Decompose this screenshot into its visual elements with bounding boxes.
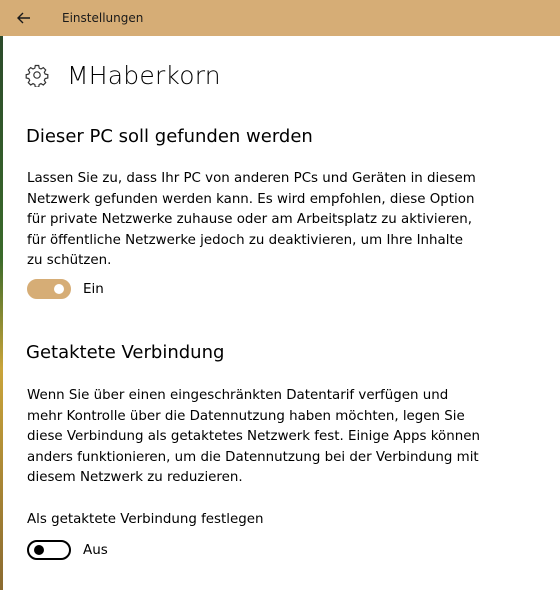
desktop-background-strip <box>0 36 3 590</box>
description-line: diesem Netzwerk zu reduzieren. <box>27 470 243 485</box>
description-line: anders funktionieren, um die Datennutzun… <box>27 449 479 465</box>
metered-heading: Getaktete Verbindung <box>26 342 225 363</box>
metered-toggle-label: Aus <box>83 542 108 558</box>
metered-setting-label: Als getaktete Verbindung festlegen <box>27 512 264 527</box>
metered-toggle-row: Aus <box>27 539 108 561</box>
description-line: Netzwerk gefunden werden kann. Es wird e… <box>27 191 475 207</box>
discovery-description: Lassen Sie zu, dass Ihr PC von anderen P… <box>27 169 482 272</box>
toggle-knob <box>34 545 44 555</box>
back-button[interactable] <box>0 0 48 36</box>
discovery-toggle-label: Ein <box>83 281 104 297</box>
metered-toggle-switch[interactable] <box>27 540 71 560</box>
app-title: Einstellungen <box>62 11 144 25</box>
title-bar: Einstellungen <box>0 0 560 36</box>
description-line: diese Verbindung als getaktetes Netzwerk… <box>27 429 480 444</box>
arrow-left-icon <box>17 12 30 24</box>
page-header: MHaberkorn <box>25 58 221 92</box>
settings-window: Einstellungen MHaberkorn Dieser PC soll … <box>0 0 560 590</box>
discovery-toggle-switch[interactable] <box>27 279 71 299</box>
gear-icon <box>25 64 49 87</box>
description-line: Lassen Sie zu, dass Ihr PC von anderen P… <box>27 171 476 186</box>
description-line: Wenn Sie über einen eingeschränkten Date… <box>27 388 449 403</box>
description-line: zu schützen. <box>27 253 112 268</box>
discovery-heading: Dieser PC soll gefunden werden <box>26 126 313 147</box>
description-line: für private Netzwerke zuhause oder am Ar… <box>27 212 473 227</box>
toggle-knob <box>54 284 64 294</box>
discovery-toggle-row: Ein <box>27 278 104 300</box>
description-line: für öffentliche Netzwerke jedoch zu deak… <box>27 232 463 248</box>
metered-description: Wenn Sie über einen eingeschränkten Date… <box>27 386 482 489</box>
page-title: MHaberkorn <box>67 60 221 90</box>
description-line: mehr Kontrolle über die Datennutzung hab… <box>27 408 465 424</box>
